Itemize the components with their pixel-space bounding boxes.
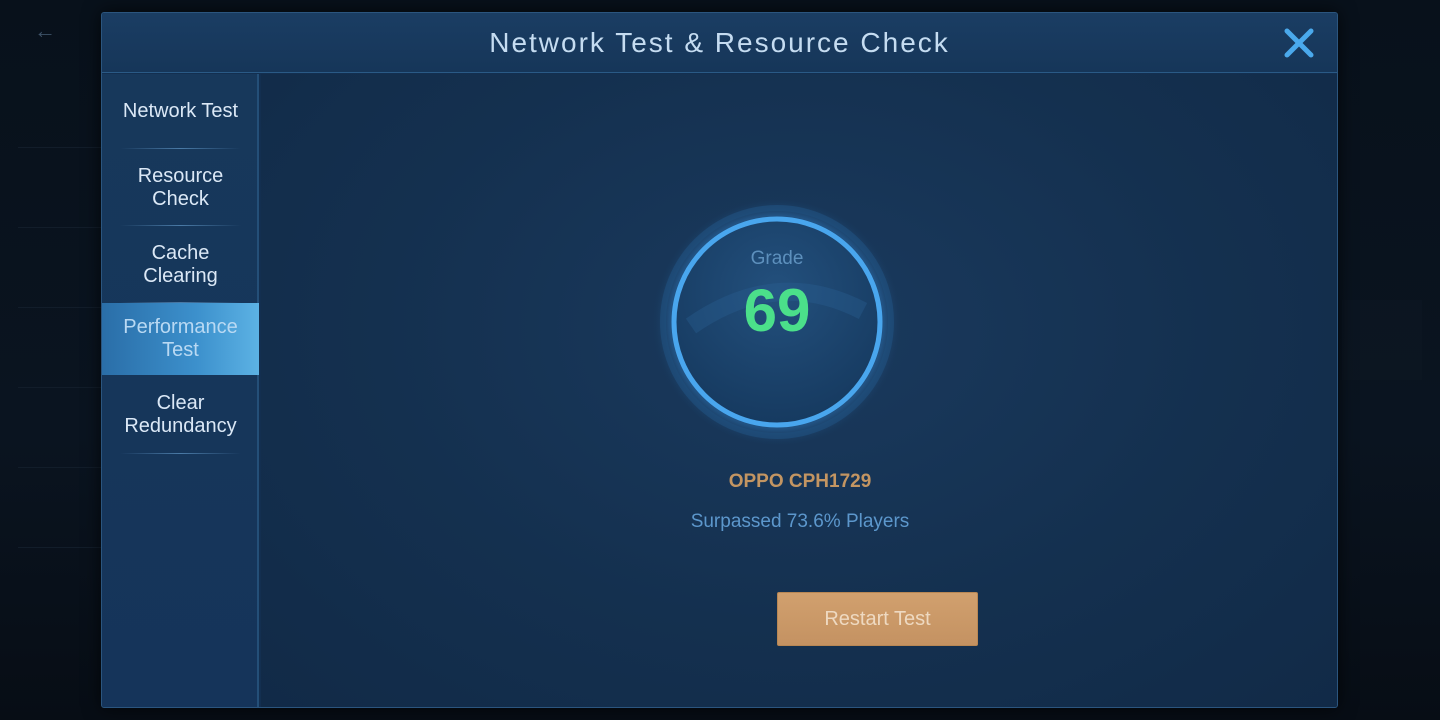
sidebar-divider xyxy=(120,453,241,454)
grade-label: Grade xyxy=(750,248,804,269)
background-panel xyxy=(1342,300,1422,380)
sidebar-item-label: Network Test xyxy=(122,100,239,122)
background-back-arrow-icon: ← xyxy=(34,18,56,43)
background-menu-item xyxy=(18,230,113,308)
sidebar-item-cache-clearing[interactable]: Cache Clearing xyxy=(102,226,259,303)
performance-test-panel: Grade 69 OPPO CPH1729 Surpassed 73.6% Pl… xyxy=(261,74,1337,707)
sidebar-item-resource-check[interactable]: Resource Check xyxy=(102,149,259,226)
background-menu-item xyxy=(18,70,113,148)
sidebar-item-label: Clear Redundancy xyxy=(124,391,237,437)
background-menu-item xyxy=(18,150,113,228)
grade-value: 69 xyxy=(743,277,811,344)
network-test-dialog: Network Test & Resource Check Network Te… xyxy=(101,12,1338,708)
device-name: OPPO CPH1729 xyxy=(728,471,872,492)
surpassed-percentage: Surpassed 73.6% Players xyxy=(690,511,910,532)
background-menu-item xyxy=(18,390,113,468)
sidebar-item-label: Performance Test xyxy=(123,316,238,361)
background-menu-item xyxy=(18,470,113,548)
sidebar-item-performance-test[interactable]: Performance Test xyxy=(102,303,259,375)
dialog-header: Network Test & Resource Check xyxy=(102,13,1337,73)
sidebar-item-network-test[interactable]: Network Test xyxy=(102,74,259,149)
background-settings-menu: ← xyxy=(0,0,113,720)
close-button[interactable] xyxy=(1279,23,1319,63)
background-menu-item xyxy=(18,310,113,388)
close-icon xyxy=(1284,28,1314,58)
grade-gauge: Grade 69 xyxy=(651,196,903,448)
restart-test-button[interactable]: Restart Test xyxy=(777,592,978,646)
dialog-title: Network Test & Resource Check xyxy=(489,27,950,58)
sidebar-item-clear-redundancy[interactable]: Clear Redundancy xyxy=(102,375,259,454)
sidebar: Network Test Resource Check Cache Cleari… xyxy=(102,74,259,707)
sidebar-item-label: Cache Clearing xyxy=(143,241,218,287)
sidebar-item-label: Resource Check xyxy=(137,164,224,210)
